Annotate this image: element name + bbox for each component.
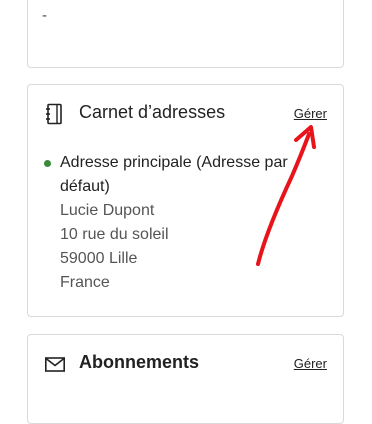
address-name: Lucie Dupont <box>60 202 155 219</box>
address-book-title: Carnet d’adresses <box>79 102 226 122</box>
address-street: 10 rue du soleil <box>60 226 169 243</box>
address-book-card: Carnet d’adresses Gérer Adresse principa… <box>27 84 344 317</box>
address-heading: Adresse principale (Adresse par défaut) <box>60 154 288 195</box>
primary-address: Adresse principale (Adresse par défaut) … <box>44 151 320 295</box>
subscriptions-header: Abonnements Gérer <box>45 351 327 377</box>
envelope-icon <box>45 357 65 372</box>
manage-subscriptions-link[interactable]: Gérer <box>294 356 327 371</box>
previous-card: - <box>27 0 344 68</box>
address-city: 59000 Lille <box>60 250 138 267</box>
address-book-header: Carnet d’adresses Gérer <box>45 101 327 127</box>
subscriptions-card: Abonnements Gérer <box>27 334 344 424</box>
manage-addresses-link[interactable]: Gérer <box>294 106 327 121</box>
empty-value: - <box>42 7 47 24</box>
subscriptions-title: Abonnements <box>79 352 200 372</box>
address-book-icon <box>46 103 62 125</box>
address-country: France <box>60 274 110 291</box>
default-status-dot <box>44 160 51 167</box>
